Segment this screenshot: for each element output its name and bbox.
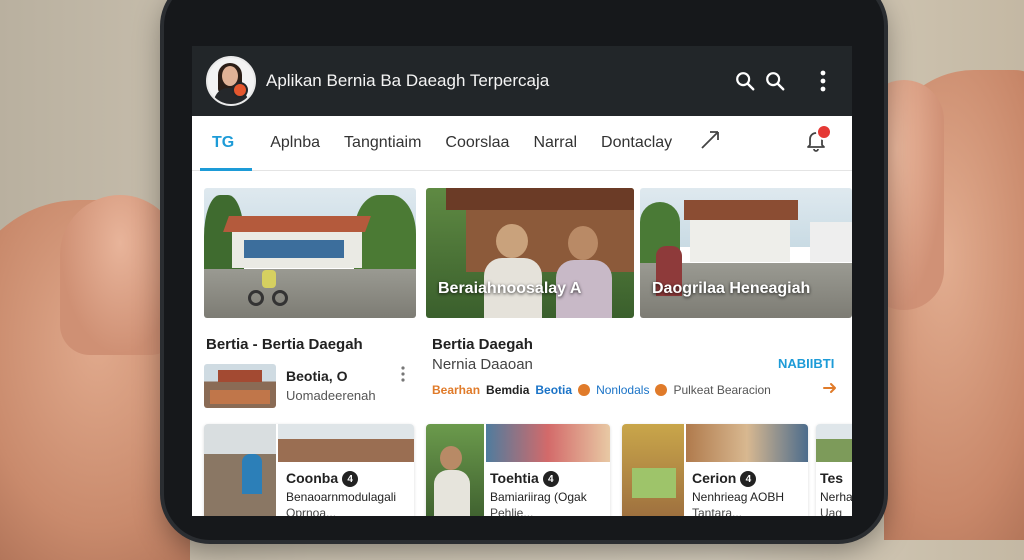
card-1-thumbnail [204, 424, 276, 516]
card-1-line1: Benaoarnmodulagali [286, 490, 397, 504]
hero-photo-two-men[interactable]: Beraiahnoosalay A [426, 188, 634, 318]
hero-caption-2: Daogrilaa Heneagiah [652, 280, 811, 297]
card-4-title: Tes [820, 470, 844, 486]
tag-dot-orange-2 [655, 384, 668, 396]
overflow-menu-button[interactable] [808, 66, 838, 96]
card-1-top-photo [278, 424, 414, 462]
section-left-item-subtitle: Uomadeerenah [286, 388, 376, 403]
card-2-thumbnail [426, 424, 484, 516]
notification-button[interactable] [804, 124, 832, 157]
tab-aplnba[interactable]: Aplnba [258, 134, 332, 152]
card-1-line2: Oprnoa... [286, 506, 337, 516]
hero-photo-village-road[interactable] [204, 188, 416, 318]
arrow-right-icon [823, 383, 836, 393]
card-2-top-photo [486, 424, 610, 462]
section-left-thumbnail[interactable] [204, 364, 276, 408]
tag-pulkeat[interactable]: Pulkeat Bearacion [673, 383, 770, 397]
card-4-line2: Uag [820, 506, 843, 516]
card-3-title: Cerion 4 [692, 470, 757, 488]
tab-narral[interactable]: Narral [521, 134, 589, 152]
card-3-thumbnail [622, 424, 684, 516]
news-card-1[interactable]: Coonba 4 Benaoarnmodulagali Oprnoa... [204, 424, 414, 516]
motorcycle-rider [248, 270, 288, 306]
tab-tg[interactable]: TG [200, 134, 246, 152]
section-left-item-title[interactable]: Beotia, O [286, 368, 347, 384]
news-card-4[interactable]: Tes Nerha Uag [816, 424, 852, 516]
app-bar: Aplikan Bernia Ba Daeagh Terpercaja [192, 46, 852, 116]
hero-photo-street[interactable]: Daogrilaa Heneagiah [640, 188, 852, 318]
tag-beotia[interactable]: Beotia [535, 383, 572, 397]
tag-bemdia[interactable]: Bemdia [486, 383, 529, 397]
news-card-3[interactable]: Cerion 4 Nenhrieag AOBH Tantara... [622, 424, 808, 516]
app-title: Aplikan Bernia Ba Daeagh Terpercaja [266, 71, 550, 90]
search-icon [766, 72, 785, 91]
more-vert-icon [820, 70, 826, 92]
news-card-2[interactable]: Toehtia 4 Bamiariirag (Ogak Pehlie... [426, 424, 610, 516]
card-4-top-photo [816, 424, 852, 462]
tab-bar: TG Aplnba Tangntiaim Coorslaa Narral Don… [192, 116, 852, 171]
search-icon [736, 72, 755, 91]
card-2-title: Toehtia 4 [490, 470, 559, 488]
section-right-subtitle: Nernia Daaoan [432, 356, 533, 373]
card-4-line1: Nerha [820, 490, 852, 504]
hero-caption-1: Beraiahnoosalay A [438, 280, 582, 297]
card-3-top-photo [686, 424, 808, 462]
tag-dot-orange [578, 384, 591, 396]
search-button-secondary[interactable] [760, 66, 790, 96]
profile-avatar[interactable] [206, 56, 256, 106]
card-2-line1: Bamiariirag (Ogak [490, 490, 587, 504]
tab-coorslaa[interactable]: Coorslaa [433, 134, 521, 152]
section-left-more-button[interactable] [400, 366, 406, 387]
search-button[interactable] [730, 66, 760, 96]
phone-screen: Aplikan Bernia Ba Daeagh Terpercaja TG A… [192, 46, 852, 516]
share-icon [701, 131, 719, 149]
left-thumb [60, 195, 180, 355]
card-1-title: Coonba 4 [286, 470, 359, 488]
section-right-title: Bertia Daegah [432, 336, 533, 353]
tab-tangntiaim[interactable]: Tangntiaim [332, 134, 433, 152]
share-button[interactable] [698, 128, 722, 157]
card-2-line2: Pehlie... [490, 506, 534, 516]
tag-nonlodals[interactable]: Nonlodals [596, 383, 649, 397]
tag-bearhan[interactable]: Bearhan [432, 383, 480, 397]
tab-dontaclay[interactable]: Dontaclay [589, 134, 684, 152]
more-vert-icon [401, 366, 405, 382]
section-left-title: Bertia - Bertia Daegah [206, 336, 363, 353]
notification-dot [816, 124, 832, 140]
active-tab-indicator [200, 168, 252, 171]
section-right-arrow-button[interactable] [822, 380, 838, 401]
avatar-status-badge [232, 82, 248, 98]
tag-row: Bearhan Bemdia Beotia Nonlodals Pulkeat … [432, 383, 771, 397]
card-3-line2: Tantara... [692, 506, 743, 516]
card-3-line1: Nenhrieag AOBH [692, 490, 785, 504]
see-all-link[interactable]: NABIIBTI [778, 356, 834, 371]
